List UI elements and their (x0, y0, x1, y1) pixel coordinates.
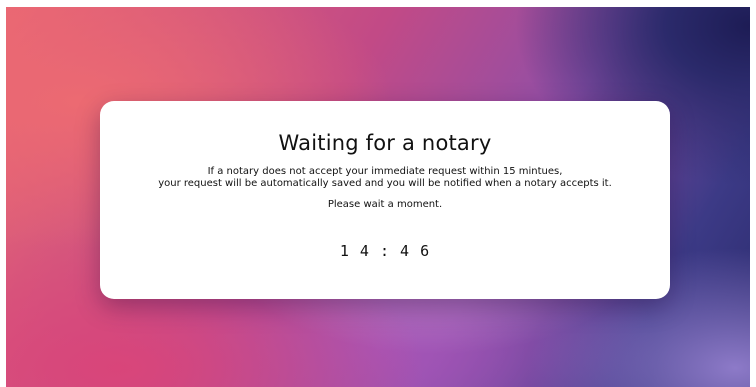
wait-text: Please wait a moment. (327, 199, 443, 210)
gradient-background: Waiting for a notary If a notary does no… (6, 7, 750, 387)
modal-message: If a notary does not accept your immedia… (100, 166, 670, 190)
waiting-modal: Waiting for a notary If a notary does no… (100, 101, 670, 299)
modal-title: Waiting for a notary (278, 131, 492, 155)
countdown-timer: 1 4 : 4 6 (339, 242, 431, 260)
message-line-1: If a notary does not accept your immedia… (207, 166, 563, 177)
message-line-2: your request will be automatically saved… (158, 178, 612, 189)
